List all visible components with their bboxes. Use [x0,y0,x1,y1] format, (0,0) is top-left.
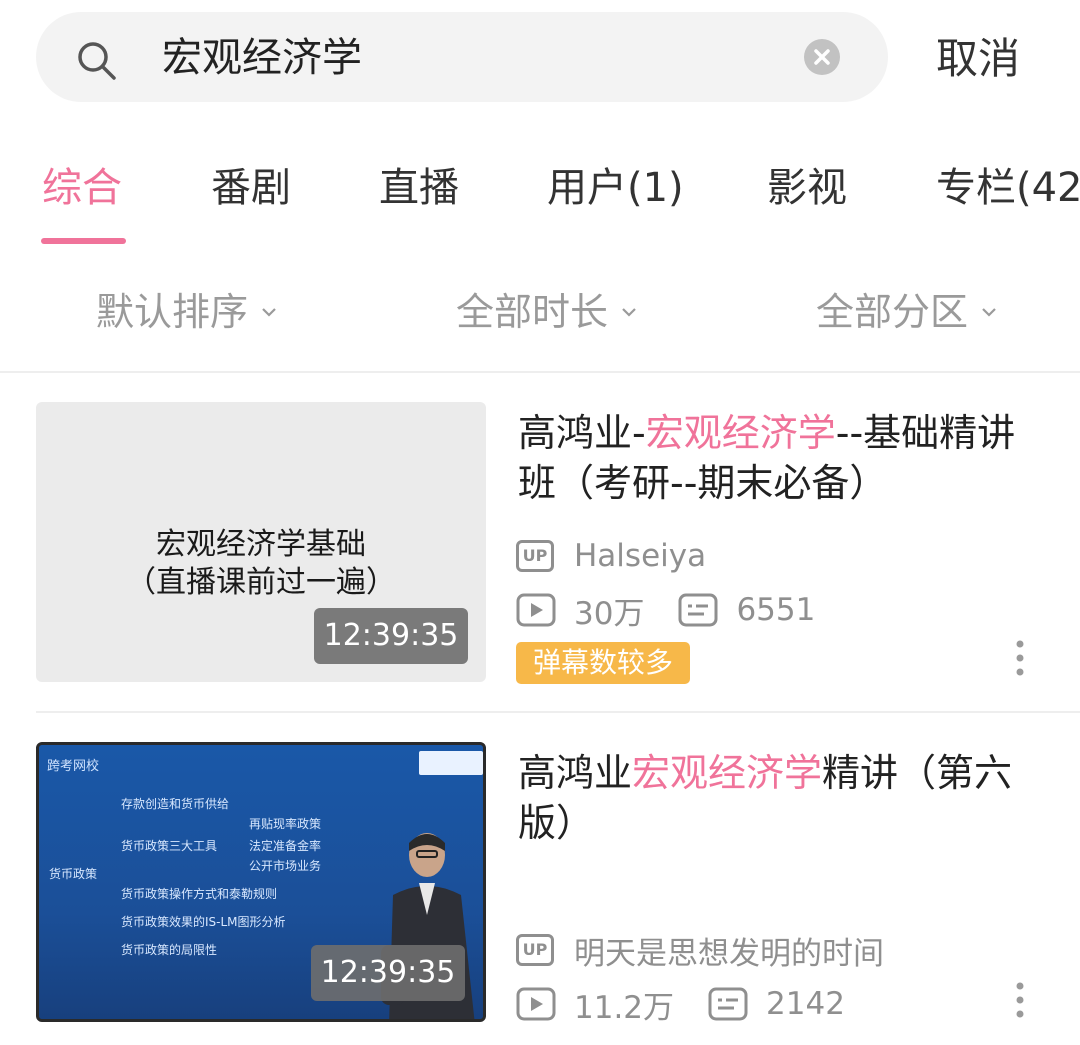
active-tab-indicator [41,238,126,244]
filter-divider [0,371,1080,373]
more-options-icon[interactable] [1012,980,1028,1020]
search-icon [78,42,116,80]
play-count-icon [516,593,556,627]
video-thumbnail[interactable]: 宏观经济学基础 （直播课前过一遍） 12:39:35 [36,402,486,682]
card-divider [36,711,1080,713]
slide-line: 货币政策 [49,867,98,881]
danmaku-icon [678,593,718,627]
slide-line: 货币政策三大工具 [121,839,218,853]
result-tabs: 综合 番剧 直播 用户(1) 影视 专栏(42 [0,150,1080,250]
title-text: 高鸿业 [518,751,633,795]
uploader-name: 明天是思想发明的时间 [574,935,884,972]
chevron-down-icon [622,308,636,317]
tab-live[interactable]: 直播 [379,162,459,214]
uploader-name: Halseiya [574,538,707,574]
more-options-icon[interactable] [1012,638,1028,678]
stats-row: 30万 6551 [516,590,816,632]
slide-logo-box [419,751,483,775]
search-input[interactable]: 宏观经济学 [162,30,362,86]
category-filter[interactable]: 全部分区 [816,286,1002,338]
danmaku-count: 2142 [766,986,845,1022]
danmaku-icon [708,987,748,1021]
slide-line: 公开市场业务 [249,859,322,873]
tab-all[interactable]: 综合 [42,162,122,214]
filter-bar: 默认排序 全部时长 全部分区 [0,270,1080,360]
title-highlight: 宏观经济学 [645,411,836,455]
duration-filter-label: 全部时长 [456,290,609,334]
video-title[interactable]: 高鸿业-宏观经济学--基础精讲班（考研--期末必备） [518,408,1028,508]
danmaku-count: 6551 [736,592,816,628]
chevron-down-icon [262,308,276,317]
slide-line: 货币政策操作方式和泰勒规则 [121,887,278,901]
thumbnail-caption-line2: （直播课前过一遍） [126,565,396,600]
uploader-row[interactable]: UP 明天是思想发明的时间 [516,930,884,972]
video-title[interactable]: 高鸿业宏观经济学精讲（第六版） [518,748,1028,848]
chevron-down-icon [982,308,996,317]
clear-search-icon[interactable] [804,39,840,75]
tab-movies[interactable]: 影视 [767,162,847,214]
sort-filter-label: 默认排序 [96,290,249,334]
view-count: 11.2万 [574,989,675,1026]
video-thumbnail[interactable]: 跨考网校 存款创造和货币供给 再贴现率政策 货币政策三大工具 法定准备金率 公开… [36,742,486,1022]
slide-line: 存款创造和货币供给 [121,797,230,811]
slide-line: 再贴现率政策 [249,817,322,831]
view-count: 30万 [574,595,645,632]
cancel-button[interactable]: 取消 [936,30,1020,88]
slide-line: 货币政策效果的IS-LM图形分析 [121,915,286,929]
slide-logo: 跨考网校 [47,759,100,774]
duration-badge: 12:39:35 [311,945,465,1001]
category-filter-label: 全部分区 [816,290,969,334]
slide-line: 法定准备金率 [249,839,322,853]
search-row: 宏观经济学 取消 [0,0,1080,118]
thumbnail-caption-line1: 宏观经济学基础 [156,527,366,562]
uploader-row[interactable]: UP Halseiya [516,536,706,576]
tab-articles[interactable]: 专栏(42 [936,162,1080,214]
title-highlight: 宏观经济学 [632,751,823,795]
tab-bangumi[interactable]: 番剧 [211,162,291,214]
stats-row: 11.2万 2142 [516,984,845,1026]
play-count-icon [516,987,556,1021]
title-text: 高鸿业- [518,411,646,455]
up-icon: UP [516,540,554,572]
up-icon: UP [516,934,554,966]
slide-line: 货币政策的局限性 [121,943,218,957]
tab-users[interactable]: 用户(1) [547,162,684,214]
duration-filter[interactable]: 全部时长 [456,286,642,338]
thumbnail-caption: 宏观经济学基础 （直播课前过一遍） [36,526,486,602]
sort-filter[interactable]: 默认排序 [96,286,282,338]
duration-badge: 12:39:35 [314,608,468,664]
danmaku-badge: 弹幕数较多 [516,642,690,684]
